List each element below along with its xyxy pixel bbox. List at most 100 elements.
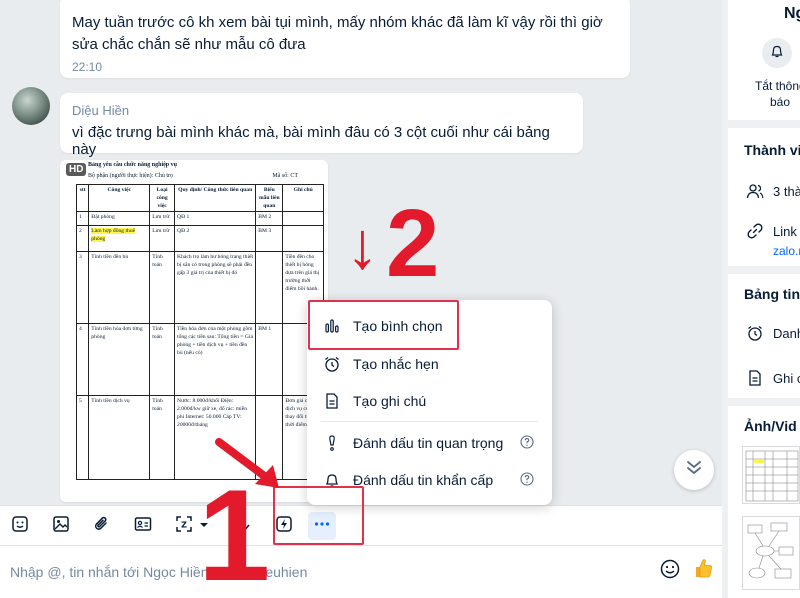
- annotation-pointer-arrow: [215, 438, 279, 488]
- smiley-icon: [659, 558, 681, 585]
- alarm-clock-icon: [746, 324, 764, 342]
- highlight-box-more: [273, 486, 364, 545]
- doc-cell: Đặt phòng: [88, 211, 151, 226]
- thumbs-up-icon: [692, 556, 714, 585]
- message-text: May tuần trước cô kh xem bài tụi mình, m…: [72, 14, 603, 53]
- contact-card-button[interactable]: [129, 512, 157, 540]
- sticker-icon: [10, 514, 30, 539]
- media-thumbnail[interactable]: [742, 516, 800, 590]
- doc-cell: 1: [75, 211, 90, 226]
- media-card: Ảnh/Vid: [728, 406, 800, 598]
- help-icon[interactable]: [520, 435, 534, 452]
- menu-item-mark-important[interactable]: Đánh dấu tin quan trọng: [307, 425, 552, 461]
- emoji-button[interactable]: [657, 558, 683, 584]
- doc-cell: 4: [75, 323, 90, 396]
- doc-cell: Làm hợp đồng thuê phòng: [88, 225, 151, 252]
- board-item-reminders[interactable]: Danh: [746, 324, 800, 342]
- group-link-row[interactable]: Link: [746, 222, 797, 240]
- sticker-button[interactable]: [6, 512, 34, 540]
- doc-cell: Tính toán: [149, 251, 176, 324]
- doc-cell: Tính toán: [149, 323, 176, 396]
- link-label: Link: [773, 223, 797, 239]
- annotation-arrow: ↓: [346, 208, 379, 282]
- doc-cell: Tính toán: [149, 395, 176, 480]
- screenshot-icon: Z: [174, 514, 194, 539]
- highlighted-text: Làm hợp đồng thuê phòng: [91, 228, 136, 242]
- bell-icon: [769, 43, 785, 64]
- help-icon[interactable]: [520, 472, 534, 489]
- exclamation-icon: [323, 434, 341, 452]
- contact-card-icon: [133, 514, 153, 539]
- mute-notifications-button[interactable]: [762, 38, 792, 68]
- doc-cell: [282, 211, 324, 226]
- menu-item-create-reminder[interactable]: Tạo nhắc hẹn: [307, 346, 552, 382]
- message-bubble[interactable]: Diệu Hiền vì đặc trưng bài mình khác mà,…: [60, 93, 583, 158]
- doc-cell: Khách trọ làm hư hỏng trang thiết bị sẵn…: [174, 251, 257, 324]
- doc-cell: Tính tiền dịch vụ: [88, 395, 151, 480]
- group-link-value[interactable]: zalo.n: [773, 244, 800, 258]
- board-item-notes[interactable]: Ghi c: [746, 369, 800, 387]
- menu-item-label: Tạo nhắc hẹn: [353, 356, 439, 372]
- avatar[interactable]: [12, 87, 50, 125]
- image-button[interactable]: [47, 512, 75, 540]
- message-bubble[interactable]: May tuần trước cô kh xem bài tụi mình, m…: [60, 0, 630, 78]
- menu-divider: [321, 421, 538, 422]
- board-item-label: Ghi c: [773, 370, 800, 386]
- conversation-info-sidebar: Ng Tắt thông báo Thành vi 3 thà Link zal…: [728, 0, 800, 598]
- table-row: 1 Đặt phòng Lưu trữ QĐ 1 BM 2: [75, 211, 324, 226]
- menu-item-create-note[interactable]: Tạo ghi chú: [307, 383, 552, 419]
- doc-cell: BM 3: [255, 225, 284, 252]
- doc-header-cell: Ghi chú: [282, 184, 324, 212]
- profile-card: Ng Tắt thông báo: [728, 0, 800, 120]
- menu-item-label: Tạo ghi chú: [353, 393, 427, 409]
- screenshot-button[interactable]: Z: [170, 512, 198, 540]
- members-heading: Thành vi: [744, 142, 800, 158]
- paperclip-icon: [92, 514, 112, 539]
- board-card: Bảng tin Danh Ghi c: [728, 274, 800, 398]
- doc-cell: Tính tiền hóa đơn từng phòng: [88, 323, 151, 396]
- message-input[interactable]: [0, 546, 640, 598]
- doc-cell: Tính tiền đền bù: [88, 251, 151, 324]
- media-thumbnail[interactable]: [742, 446, 800, 504]
- message-time: 22:10: [72, 60, 103, 74]
- board-item-label: Danh: [773, 325, 800, 341]
- doc-header-cell: Công việc: [88, 184, 151, 212]
- doc-cell: 5: [75, 395, 90, 480]
- svg-text:Z: Z: [181, 520, 187, 529]
- doc-cell: [255, 251, 284, 324]
- quick-like-button[interactable]: [690, 556, 716, 584]
- doc-cell: Lưu trữ: [149, 211, 176, 226]
- members-card: Thành vi 3 thà Link zalo.n: [728, 128, 800, 266]
- board-heading: Bảng tin: [744, 286, 800, 302]
- composer: [0, 545, 722, 598]
- doc-header-cell: Biểu mẫu liên quan: [255, 184, 284, 212]
- doc-cell: Tiền hóa đơn của một phòng gồm tổng các …: [174, 323, 257, 396]
- alarm-clock-icon: [323, 355, 341, 373]
- note-icon: [323, 392, 341, 410]
- table-row: 4 Tính tiền hóa đơn từng phòng Tính toán…: [75, 323, 324, 396]
- doc-title: Bảng yêu cầu chức năng nghiệp vụ: [88, 162, 177, 168]
- highlight-box-poll: [308, 300, 459, 350]
- chevrons-down-icon: [685, 459, 703, 482]
- users-icon: [746, 182, 764, 200]
- message-text: vì đặc trưng bài mình khác mà, bài mình …: [72, 124, 550, 158]
- mute-label: Tắt thông: [755, 79, 800, 93]
- members-row[interactable]: 3 thà: [746, 182, 800, 200]
- members-count: 3 thà: [773, 183, 800, 199]
- note-icon: [746, 369, 764, 387]
- doc-cell: QĐ 2: [174, 225, 257, 252]
- doc-cell: 2: [75, 225, 90, 252]
- scroll-down-button[interactable]: [674, 450, 714, 490]
- attach-file-button[interactable]: [88, 512, 116, 540]
- doc-table: stt Công việc Loại công việc Quy định/ C…: [75, 184, 324, 480]
- hd-badge: HD: [66, 163, 87, 176]
- doc-cell: BM 2: [255, 211, 284, 226]
- doc-header-cell: Loại công việc: [149, 184, 176, 212]
- image-message[interactable]: HD Bảng yêu cầu chức năng nghiệp vụ Bộ p…: [60, 160, 328, 502]
- menu-item-label: Đánh dấu tin quan trọng: [353, 435, 504, 451]
- doc-subheader: Bộ phận (người thực hiện): Chủ trọ Mã số…: [88, 173, 298, 179]
- mute-label-2: báo: [770, 95, 791, 109]
- annotation-step-2: 2: [386, 190, 440, 297]
- doc-cell: Lưu trữ: [149, 225, 176, 252]
- doc-cell: [282, 225, 324, 252]
